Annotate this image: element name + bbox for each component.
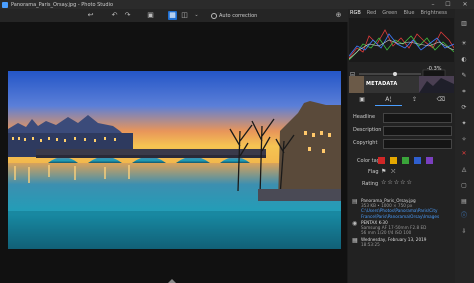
- color-tool-icon[interactable]: ◐: [458, 55, 470, 65]
- exposure-value[interactable]: -0.3%: [427, 66, 442, 72]
- filter-tool-icon[interactable]: ◬: [458, 165, 470, 175]
- share-tab[interactable]: ⇪: [402, 93, 428, 106]
- headline-label: Headline: [353, 114, 376, 120]
- color-tag-purple[interactable]: [426, 157, 433, 164]
- color-tag-label: Color tag: [357, 158, 380, 164]
- camera-icon: ◉: [352, 220, 358, 227]
- description-row: Description: [353, 126, 453, 136]
- tab-rgb[interactable]: RGB: [350, 9, 361, 18]
- image-canvas: [0, 22, 347, 283]
- geometry-tool-icon[interactable]: ⟳: [458, 103, 470, 113]
- view-dropdown-icon[interactable]: ⌄: [192, 11, 201, 20]
- file-path-line2[interactable]: France\Paris\Panorama\Orsay\Images: [361, 214, 439, 219]
- reject-icon[interactable]: ⛌: [391, 168, 395, 176]
- compare-view-icon[interactable]: ◫: [180, 11, 189, 20]
- retouch-tool-icon[interactable]: ✦: [458, 119, 470, 129]
- app-logo-icon: [2, 1, 8, 8]
- headline-input[interactable]: [383, 113, 452, 123]
- description-input[interactable]: [383, 126, 452, 136]
- filmstrip-toggle-icon[interactable]: [168, 279, 176, 283]
- tab-red[interactable]: Red: [367, 9, 377, 18]
- title-bar: Panorama_Paris_Orsay.jpg - Photo Studio …: [0, 0, 474, 9]
- frame-tool-icon[interactable]: ▢: [458, 181, 470, 191]
- back-icon[interactable]: ↩: [86, 11, 95, 20]
- export-tool-icon[interactable]: ⇩: [458, 227, 470, 237]
- undo-icon[interactable]: ↶: [110, 11, 119, 20]
- histogram-tabs: RGB Red Green Blue Brightness: [350, 9, 455, 18]
- auto-correction-toggle[interactable]: Auto correction: [211, 11, 257, 20]
- photo-studio-window: Panorama_Paris_Orsay.jpg - Photo Studio …: [0, 0, 474, 283]
- toggle-icon: [211, 12, 217, 19]
- description-label: Description: [353, 127, 382, 133]
- text-tab[interactable]: A¦: [375, 93, 402, 106]
- detail-tool-icon[interactable]: ✎: [458, 71, 470, 81]
- close-button[interactable]: ✕: [458, 0, 472, 9]
- file-icon: ▤: [352, 198, 358, 205]
- headline-row: Headline: [353, 113, 453, 123]
- grid-view-icon[interactable]: ▦: [168, 11, 177, 20]
- copyright-label: Copyright: [353, 140, 378, 146]
- metadata-header: METADATA: [349, 76, 454, 93]
- file-path-line1[interactable]: C:\Users\Photos\Panorama\Paris\City: [361, 208, 439, 213]
- zoom-icon[interactable]: ⊕: [334, 11, 343, 20]
- flag-icon[interactable]: ⚑: [381, 168, 386, 175]
- redo-icon[interactable]: ↷: [123, 11, 132, 20]
- layers-tool-icon[interactable]: ▤: [458, 197, 470, 207]
- image-info-tab[interactable]: ▣: [349, 93, 375, 106]
- info-tool-icon[interactable]: ⓘ: [458, 211, 470, 221]
- histogram-tool-icon[interactable]: ▥: [458, 19, 470, 29]
- window-title: Panorama_Paris_Orsay.jpg - Photo Studio: [11, 1, 114, 8]
- exposure-info: 56 mm 1/20 f/4 ISO 100: [361, 230, 412, 236]
- close-tool-icon[interactable]: ✕: [458, 149, 470, 159]
- metadata-title: METADATA: [366, 81, 398, 87]
- auto-correction-label: Auto correction: [219, 12, 258, 19]
- flag-label: Flag: [368, 169, 379, 175]
- metadata-tabs: ▣ A¦ ⇪ ⌫: [349, 93, 454, 106]
- rating-label: Rating: [362, 181, 379, 187]
- tab-green[interactable]: Green: [382, 9, 397, 18]
- maximize-button[interactable]: ☐: [441, 0, 455, 9]
- histogram: [348, 18, 455, 62]
- color-tag-yellow[interactable]: [390, 157, 397, 164]
- photo-preview[interactable]: [8, 71, 341, 249]
- save-icon[interactable]: ▣: [146, 11, 155, 20]
- light-tool-icon[interactable]: ☀: [458, 39, 470, 49]
- capture-time: 18:53:25: [361, 242, 380, 248]
- effects-tool-icon[interactable]: ✧: [458, 135, 470, 145]
- tab-brightness[interactable]: Brightness: [421, 9, 448, 18]
- color-tag-green[interactable]: [402, 157, 409, 164]
- copyright-input[interactable]: [383, 139, 452, 149]
- erase-tab[interactable]: ⌫: [428, 93, 454, 106]
- tab-blue[interactable]: Blue: [403, 9, 414, 18]
- tools-sidebar: ▥ ☀ ◐ ✎ ⌗ ⟳ ✦ ✧ ✕ ◬ ▢ ▤ ⓘ ⇩: [455, 9, 474, 283]
- rating-stars[interactable]: ☆☆☆☆☆: [381, 179, 413, 186]
- color-tag-red[interactable]: [378, 157, 385, 164]
- adjustment-panel: RGB Red Green Blue Brightness ⊟ -0.3% ME…: [348, 9, 455, 283]
- minimize-button[interactable]: –: [426, 0, 440, 9]
- exposure-slider[interactable]: ⊟ -0.3%: [349, 64, 454, 79]
- color-tag-blue[interactable]: [414, 157, 421, 164]
- crop-tool-icon[interactable]: ⌗: [458, 87, 470, 97]
- calendar-icon: ▦: [352, 237, 358, 244]
- copyright-row: Copyright: [353, 139, 453, 149]
